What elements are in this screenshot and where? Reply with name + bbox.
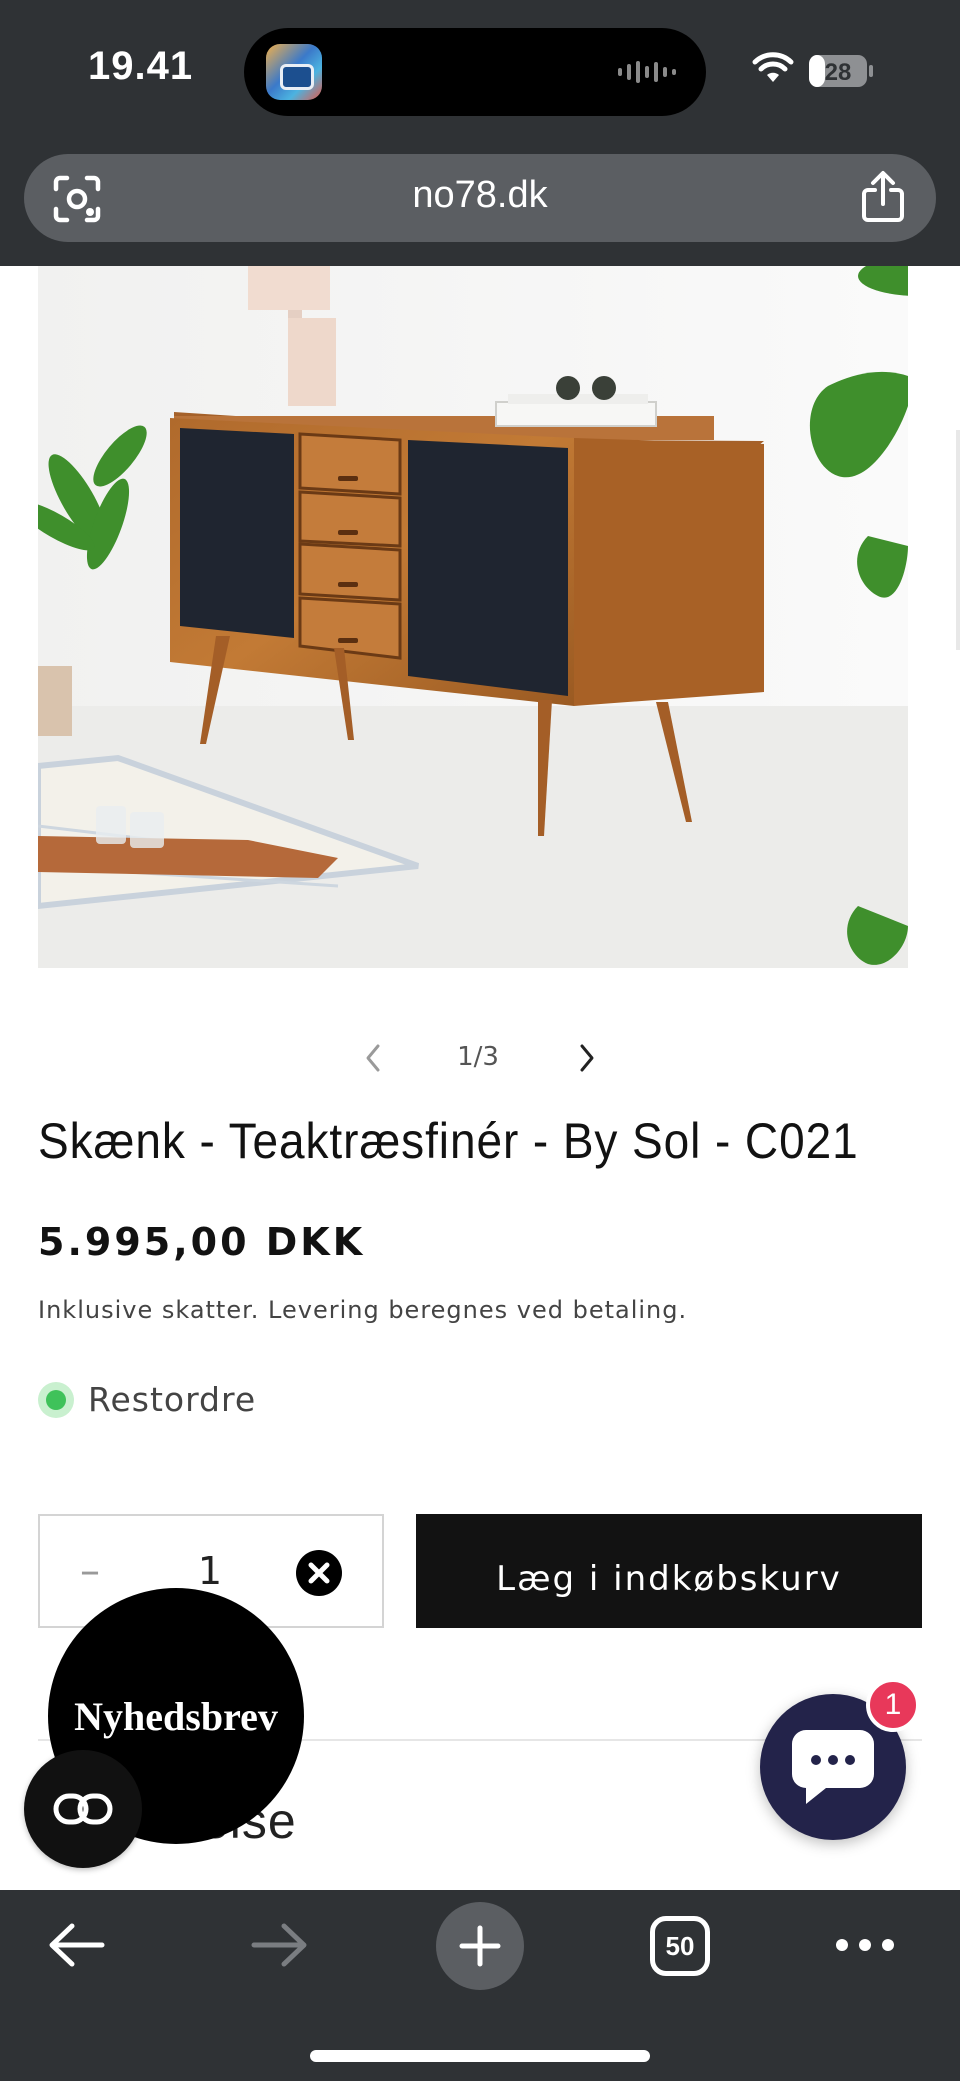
plus-icon xyxy=(459,1925,501,1967)
stock-status-text: Restordre xyxy=(88,1380,257,1419)
browser-top-chrome: 19.41 28 no78.dk xyxy=(0,0,960,266)
image-counter: 1/3 xyxy=(457,1042,499,1072)
address-bar[interactable]: no78.dk xyxy=(24,154,936,242)
next-image-peek xyxy=(956,430,960,650)
chat-unread-badge: 1 xyxy=(866,1678,920,1732)
dynamic-island[interactable] xyxy=(244,28,706,116)
battery-icon: 28 xyxy=(809,55,873,87)
back-arrow-icon[interactable] xyxy=(46,1920,108,1970)
product-image[interactable] xyxy=(38,266,908,968)
new-tab-button[interactable] xyxy=(436,1902,524,1990)
link-button[interactable] xyxy=(24,1750,142,1868)
chevron-right-icon[interactable] xyxy=(572,1040,602,1076)
clear-icon[interactable] xyxy=(296,1550,342,1596)
status-time: 19.41 xyxy=(88,44,194,88)
link-icon xyxy=(53,1793,113,1825)
url-text[interactable]: no78.dk xyxy=(24,174,936,217)
tab-switcher-button[interactable]: 50 xyxy=(650,1916,710,1976)
quantity-decrease-button[interactable]: – xyxy=(70,1546,110,1596)
add-to-cart-button[interactable]: Læg i indkøbskurv xyxy=(416,1514,922,1628)
sideboard-photo xyxy=(38,266,908,968)
chat-icon xyxy=(792,1730,874,1804)
wifi-icon xyxy=(752,52,794,82)
home-indicator[interactable] xyxy=(310,2050,650,2062)
tax-note: Inklusive skatter. Levering beregnes ved… xyxy=(38,1296,688,1324)
product-price: 5.995,00 DKK xyxy=(38,1220,366,1264)
forward-arrow-icon[interactable] xyxy=(248,1920,310,1970)
share-icon[interactable] xyxy=(860,170,906,224)
stock-indicator-icon xyxy=(38,1382,74,1418)
battery-level: 28 xyxy=(825,59,852,86)
quantity-input[interactable]: 1 xyxy=(190,1546,230,1596)
more-icon[interactable] xyxy=(834,1930,896,1960)
chevron-left-icon[interactable] xyxy=(358,1040,388,1076)
live-activity-app-icon xyxy=(266,44,322,100)
image-pager: 1/3 xyxy=(0,1036,960,1080)
product-title: Skænk - Teaktræsfinér - By Sol - C021 xyxy=(38,1113,859,1169)
audio-waveform-icon xyxy=(618,60,676,84)
